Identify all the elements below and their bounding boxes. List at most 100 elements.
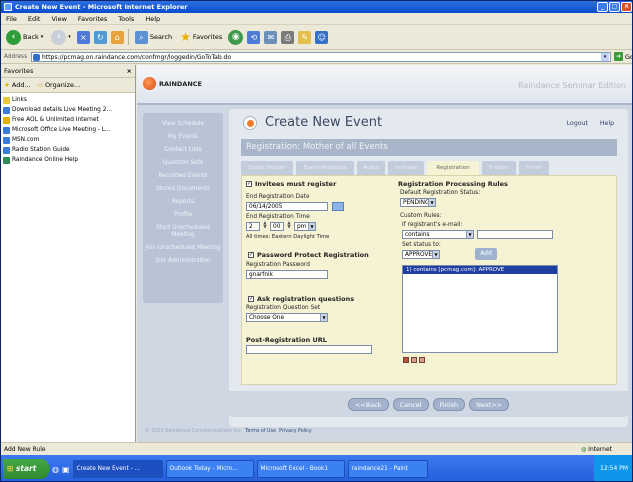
go-button[interactable]: Go (625, 50, 632, 64)
nav-reports[interactable]: Reports (145, 199, 221, 206)
minute-input[interactable]: 00 (270, 222, 284, 231)
forward-button[interactable]: › ▾ (49, 29, 73, 46)
tab-event-details[interactable]: Event Details (241, 161, 293, 175)
start-button[interactable]: ⊞ start (3, 459, 49, 479)
reg-password-label: Registration Password (246, 262, 310, 268)
menu-edit[interactable]: Edit (28, 13, 41, 24)
logout-link[interactable]: Logout (567, 120, 588, 127)
quick-launch-icon[interactable]: ▣ (62, 465, 70, 474)
nav-start-unscheduled[interactable]: Start Unscheduled Meeting (145, 225, 221, 239)
search-button[interactable]: ⌕ Search (133, 30, 174, 45)
menu-favorites[interactable]: Favorites (78, 13, 107, 24)
media-icon[interactable]: ◉ (228, 29, 244, 45)
favorite-item[interactable]: Links (3, 95, 133, 105)
stop-icon[interactable]: × (76, 30, 90, 44)
favorite-item[interactable]: MSN.com (3, 135, 133, 145)
favorites-button[interactable]: ★ Favorites (178, 29, 224, 45)
home-icon[interactable]: ⌂ (110, 30, 124, 44)
default-status-select[interactable]: PENDING ▼ (400, 198, 436, 207)
minimize-button[interactable]: _ (597, 2, 608, 12)
condition-select[interactable]: contains ▼ (402, 230, 474, 239)
nav-view-schedule[interactable]: View Schedule (145, 121, 221, 128)
favorite-item[interactable]: Raindance Online Help (3, 155, 133, 165)
history-icon[interactable]: ⟲ (247, 30, 261, 44)
condition-value-input[interactable] (477, 230, 553, 239)
favorite-item[interactable]: Microsoft Office Live Meeting - L... (3, 125, 133, 135)
taskbar-item[interactable]: Create New Event - ... (72, 460, 163, 478)
nav-site-administration[interactable]: Site Administration (145, 258, 221, 265)
back-button[interactable]: ‹ Back ▾ (4, 29, 45, 46)
favorite-item[interactable]: Free AOL & Unlimited Internet (3, 115, 133, 125)
add-favorite-icon: ★ (4, 81, 10, 89)
menu-view[interactable]: View (51, 13, 66, 24)
taskbar-item[interactable]: Outlook Today - Micro... (165, 460, 254, 478)
next-button[interactable]: Next>> (469, 397, 510, 411)
edit-icon[interactable]: ✎ (298, 30, 312, 44)
tab-audio[interactable]: Audio (357, 161, 385, 175)
hour-input[interactable]: 2 (246, 222, 260, 231)
nav-join-unscheduled[interactable]: Join Unscheduled Meeting (145, 245, 221, 252)
organize-favorites-button[interactable]: ▭ Organize... (37, 81, 81, 89)
mail-icon[interactable]: ✉ (264, 30, 278, 44)
nav-profile[interactable]: Profile (145, 212, 221, 219)
ampm-select[interactable]: pm ▼ (294, 222, 316, 231)
minute-spinner-icon[interactable]: ▲ ▼ (286, 221, 292, 231)
menu-file[interactable]: File (6, 13, 17, 24)
add-favorite-button[interactable]: ★ Add... (4, 81, 31, 89)
privacy-link[interactable]: Privacy Policy (279, 429, 312, 434)
address-dropdown-icon[interactable]: ▾ (601, 53, 609, 61)
delete-rule-icon[interactable] (403, 357, 409, 363)
nav-contact-lists[interactable]: Contact Lists (145, 147, 221, 154)
favorite-item[interactable]: Radio Station Guide (3, 145, 133, 155)
nav-my-events[interactable]: My Events (145, 134, 221, 141)
refresh-icon[interactable]: ↻ (93, 30, 107, 44)
tab-registration[interactable]: Registration (427, 161, 479, 175)
tab-emails[interactable]: E-mails (482, 161, 516, 175)
move-up-icon[interactable] (411, 357, 417, 363)
password-protect-checkbox[interactable]: ✓ (248, 252, 254, 258)
tab-invitees[interactable]: Invitees (388, 161, 424, 175)
nav-recorded-events[interactable]: Recorded Events (145, 173, 221, 180)
cancel-button[interactable]: Cancel (392, 397, 429, 411)
close-button[interactable]: × (621, 2, 632, 12)
end-reg-date-input[interactable]: 06/14/2005 (246, 202, 328, 211)
reg-password-input[interactable]: gnarfnik (246, 270, 328, 279)
nav-stored-documents[interactable]: Stored Documents (145, 186, 221, 193)
rule-list-item[interactable]: 1) contains [pcmag.com]: APPROVE (403, 266, 557, 274)
nav-question-sets[interactable]: Question Sets (145, 160, 221, 167)
finish-button[interactable]: Finish (432, 397, 466, 411)
maximize-button[interactable]: □ (609, 2, 620, 12)
back-button[interactable]: <<Back (347, 397, 389, 411)
page-icon (3, 156, 10, 164)
add-rule-button[interactable]: Add (475, 248, 497, 260)
terms-link[interactable]: Terms of Use (245, 429, 276, 434)
close-icon[interactable]: × (127, 65, 132, 78)
menu-help[interactable]: Help (145, 13, 160, 24)
hour-spinner-icon[interactable]: ▲ ▼ (262, 221, 268, 231)
invitees-must-register-checkbox[interactable]: ✓ (246, 181, 252, 187)
favorites-title: Favorites (4, 67, 34, 75)
rules-listbox[interactable]: 1) contains [pcmag.com]: APPROVE (402, 265, 558, 353)
quick-launch-icon[interactable]: ◍ (52, 465, 59, 474)
set-status-select[interactable]: APPROVE ▼ (402, 250, 440, 259)
page-title: Create New Event (243, 115, 382, 130)
favorite-item[interactable]: Download details Live Meeting 2... (3, 105, 133, 115)
window-title: Create New Event - Microsoft Internet Ex… (15, 3, 188, 11)
tab-finish[interactable]: Finish (519, 161, 549, 175)
taskbar-item[interactable]: Microsoft Excel - Book1 (256, 460, 345, 478)
calendar-icon[interactable] (332, 202, 344, 211)
question-set-select[interactable]: Choose One ▼ (246, 313, 328, 322)
messenger-icon[interactable]: ☺ (315, 30, 329, 44)
post-reg-url-input[interactable] (246, 345, 372, 354)
tab-event-materials[interactable]: Event Materials (296, 161, 354, 175)
menu-bar: File Edit View Favorites Tools Help (1, 13, 632, 25)
page-icon (3, 126, 10, 134)
address-input[interactable]: https://pcmag.on.raindance.com/confmgr/l… (31, 52, 611, 62)
print-icon[interactable]: ⎙ (281, 30, 295, 44)
go-arrow-icon[interactable]: ➜ (614, 52, 623, 61)
help-link[interactable]: Help (600, 120, 614, 127)
move-down-icon[interactable] (419, 357, 425, 363)
ask-questions-checkbox[interactable]: ✓ (248, 296, 254, 302)
menu-tools[interactable]: Tools (118, 13, 134, 24)
taskbar-item[interactable]: raindance21 - Paint (347, 460, 428, 478)
